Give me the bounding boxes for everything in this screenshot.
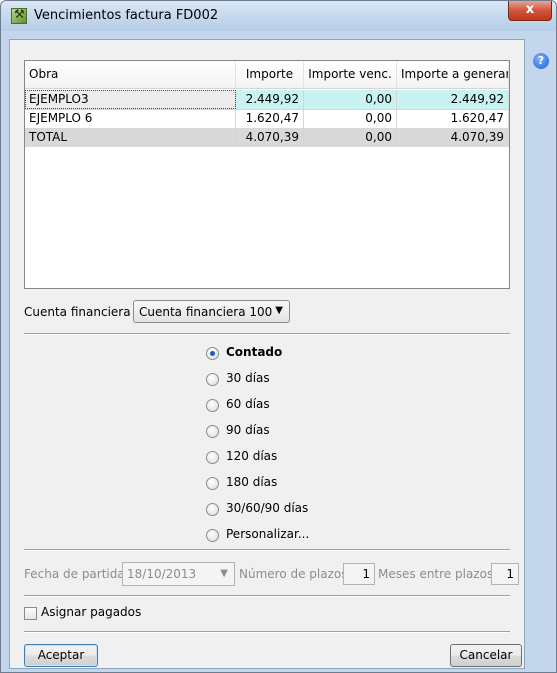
radio-label: 30 días	[226, 371, 270, 385]
fecha-partida-label: Fecha de partida	[24, 567, 125, 581]
cell-obra: TOTAL	[25, 128, 236, 147]
radio-button[interactable]	[206, 451, 219, 464]
chevron-down-icon: ▼	[220, 568, 228, 579]
column-header-importe-venc[interactable]: Importe venc.	[304, 61, 397, 88]
cancelar-button[interactable]: Cancelar	[450, 644, 522, 667]
title-bar[interactable]: ⚒ Vencimientos factura FD002 x	[1, 1, 556, 31]
app-icon: ⚒	[11, 7, 27, 24]
radio-label: Personalizar...	[226, 527, 310, 541]
numero-plazos-input[interactable]: 1	[343, 563, 375, 585]
divider	[24, 595, 510, 597]
cuenta-financiera-label: Cuenta financiera	[24, 305, 131, 319]
radio-label: 90 días	[226, 423, 270, 437]
aceptar-button[interactable]: Aceptar	[24, 644, 98, 667]
cuenta-financiera-dropdown[interactable]: Cuenta financiera 100 ▼	[133, 300, 290, 323]
column-header-importe[interactable]: Importe	[236, 61, 304, 88]
divider	[24, 549, 510, 551]
radio-button-selected[interactable]	[206, 347, 219, 360]
fecha-partida-value: 18/10/2013	[127, 567, 197, 581]
radio-button[interactable]	[206, 425, 219, 438]
radio-button[interactable]	[206, 477, 219, 490]
cell-importe: 2.449,92	[236, 90, 304, 109]
table-header: Obra Importe Importe venc. Importe a gen…	[25, 61, 509, 89]
table-row[interactable]: EJEMPLO 6 1.620,47 0,00 1.620,47	[25, 109, 509, 129]
radio-label: 60 días	[226, 397, 270, 411]
cell-importe-generar: 1.620,47	[397, 109, 509, 128]
radio-button[interactable]	[206, 503, 219, 516]
vencimientos-table: Obra Importe Importe venc. Importe a gen…	[24, 60, 510, 289]
radio-label: 120 días	[226, 449, 278, 463]
cell-importe-generar: 2.449,92	[397, 90, 509, 109]
cell-obra: EJEMPLO3	[25, 90, 236, 109]
fecha-partida-picker[interactable]: 18/10/2013 ▼	[122, 562, 235, 586]
cell-obra: EJEMPLO 6	[25, 109, 236, 128]
radio-button[interactable]	[206, 529, 219, 542]
table-total-row: TOTAL 4.070,39 0,00 4.070,39	[25, 128, 509, 147]
asignar-pagados-label[interactable]: Asignar pagados	[41, 605, 141, 619]
cell-importe-venc: 0,00	[304, 128, 397, 147]
radio-label: 180 días	[226, 475, 278, 489]
radio-label: Contado	[226, 345, 283, 359]
dialog-body: Obra Importe Importe venc. Importe a gen…	[9, 39, 525, 669]
table-row[interactable]: EJEMPLO3 2.449,92 0,00 2.449,92	[25, 90, 509, 110]
column-header-obra[interactable]: Obra	[25, 61, 236, 88]
meses-entre-plazos-input[interactable]: 1	[491, 563, 519, 585]
divider	[24, 333, 510, 335]
cell-importe: 1.620,47	[236, 109, 304, 128]
close-button[interactable]: x	[508, 1, 552, 21]
column-header-importe-generar[interactable]: Importe a generar	[397, 61, 509, 88]
radio-label: 30/60/90 días	[226, 501, 309, 515]
cell-importe-venc: 0,00	[304, 109, 397, 128]
radio-button[interactable]	[206, 399, 219, 412]
chevron-down-icon: ▼	[275, 305, 283, 316]
window-title: Vencimientos factura FD002	[34, 8, 219, 23]
close-icon: x	[525, 2, 535, 17]
asignar-pagados-checkbox[interactable]	[24, 607, 37, 620]
divider	[24, 631, 510, 633]
cell-importe: 4.070,39	[236, 128, 304, 147]
dialog-window: ⚒ Vencimientos factura FD002 x ? Obra Im…	[0, 0, 557, 673]
cuenta-financiera-value: Cuenta financiera 100	[139, 305, 273, 319]
meses-entre-plazos-label: Meses entre plazos	[378, 567, 494, 581]
help-icon[interactable]: ?	[533, 53, 549, 69]
numero-plazos-label: Número de plazos	[239, 567, 348, 581]
cell-importe-venc: 0,00	[304, 90, 397, 109]
cell-importe-generar: 4.070,39	[397, 128, 509, 147]
radio-button[interactable]	[206, 373, 219, 386]
